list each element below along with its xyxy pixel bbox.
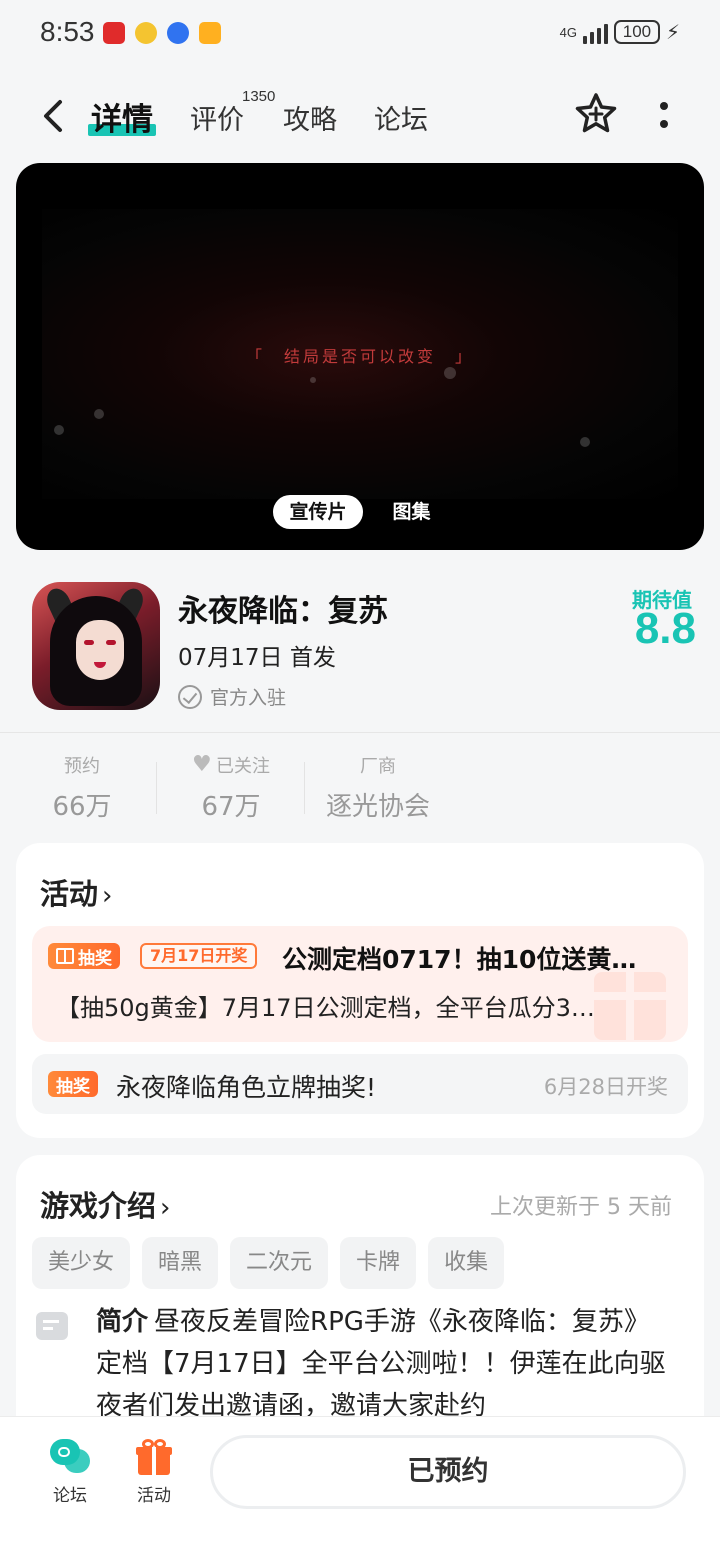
activity-label: 活动 — [137, 1486, 171, 1506]
lottery-description: 【抽50g黄金】7月17日公测定档，全平台瓜分3… — [56, 994, 595, 1022]
document-icon — [36, 1312, 68, 1340]
more-dot-icon — [660, 102, 668, 110]
forum-icon — [50, 1439, 90, 1475]
gift-icon — [136, 1439, 172, 1475]
intro-body: 昼夜反差冒险RPG手游《永夜降临：复苏》定档【7月17日】全平台公测啦！！伊莲在… — [96, 1307, 666, 1421]
stat-value: 66万 — [52, 792, 112, 822]
chevron-right-icon: › — [102, 881, 113, 911]
stat-separator — [156, 762, 157, 814]
tag-list: 美少女 暗黑 二次元 卡牌 收集 — [32, 1237, 505, 1289]
status-time: 8:53 — [40, 16, 95, 47]
official-badge: 官方入驻 — [178, 683, 286, 710]
forum-button[interactable]: 论坛 — [40, 1439, 100, 1506]
stat-label: 厂商 — [360, 756, 396, 777]
divider — [0, 732, 720, 733]
game-title: 永夜降临：复苏 — [178, 594, 388, 629]
tab-forum[interactable]: 论坛 — [374, 98, 428, 137]
tag[interactable]: 美少女 — [32, 1237, 131, 1289]
stat-followers[interactable]: 已关注 67万 — [186, 752, 276, 823]
huawei-app-icon — [103, 22, 125, 44]
video-caption: 「 结局是否可以改变 」 — [245, 347, 474, 366]
stat-separator — [304, 762, 305, 814]
expectation-score: 8.8 — [634, 604, 696, 653]
activities-title[interactable]: 活动 › — [40, 871, 112, 913]
tab-reviews[interactable]: 评价 — [190, 98, 244, 137]
lottery-title: 永夜降临角色立牌抽奖! — [116, 1073, 377, 1102]
tab-details[interactable]: 详情 — [91, 94, 153, 139]
heart-icon — [192, 752, 212, 777]
stat-value: 逐光协会 — [325, 792, 430, 822]
weibo-app-icon — [135, 22, 157, 44]
particle — [444, 367, 456, 379]
top-nav: 详情 评价 1350 攻略 论坛 — [0, 80, 720, 150]
stat-value: 67万 — [201, 792, 261, 822]
more-dot-icon — [660, 120, 668, 128]
icon-eye — [106, 640, 116, 645]
intro-card: 游戏介绍 › 上次更新于 5 天前 美少女 暗黑 二次元 卡牌 收集 简介 昼夜反差… — [16, 1155, 704, 1455]
particle — [580, 437, 590, 447]
draw-date-badge: 7月17日开奖 — [140, 943, 258, 969]
icon-eye — [84, 640, 94, 645]
tag[interactable]: 卡牌 — [340, 1237, 417, 1289]
more-options-button[interactable] — [652, 96, 676, 136]
intro-label: 简介 — [96, 1307, 149, 1337]
intro-text[interactable]: 简介 昼夜反差冒险RPG手游《永夜降临：复苏》定档【7月17日】全平台公测啦！！伊… — [96, 1301, 666, 1427]
lottery-date: 6月28日开奖 — [543, 1075, 668, 1099]
charging-icon: ⚡ — [665, 20, 680, 44]
lottery-item[interactable]: 抽奖 7月17日开奖 公测定档0717！抽10位送黄… 【抽50g黄金】7月17… — [32, 926, 688, 1042]
stat-reservations: 预约 66万 — [52, 752, 112, 823]
stat-label: 已关注 — [216, 756, 270, 777]
back-arrow-icon — [44, 100, 62, 132]
notification-app-icon — [199, 22, 221, 44]
lottery-badge: 抽奖 — [48, 1071, 98, 1097]
star-plus-icon — [575, 93, 617, 133]
activity-button[interactable]: 活动 — [124, 1439, 184, 1506]
tag[interactable]: 收集 — [428, 1237, 505, 1289]
tag[interactable]: 二次元 — [230, 1237, 329, 1289]
gift-icon — [56, 948, 74, 964]
media-tabs: 宣传片 图集 — [16, 495, 704, 529]
game-icon — [32, 582, 160, 710]
official-label: 官方入驻 — [210, 687, 287, 709]
favorite-button[interactable] — [574, 92, 618, 136]
status-right: 4G 100 ⚡ — [560, 20, 680, 44]
lottery-item[interactable]: 抽奖 永夜降临角色立牌抽奖! 6月28日开奖 — [32, 1054, 688, 1114]
bottom-bar: 论坛 活动 已预约 — [0, 1416, 720, 1560]
battery-icon: 100 — [613, 20, 660, 44]
back-button[interactable] — [36, 96, 72, 136]
activities-card: 活动 › 抽奖 7月17日开奖 公测定档0717！抽10位送黄… 【抽50g黄金】… — [16, 843, 704, 1138]
signal-icon — [582, 20, 608, 44]
forum-label: 论坛 — [53, 1486, 87, 1506]
network-label: 4G — [559, 24, 577, 40]
particle — [310, 377, 316, 383]
stat-label: 预约 — [64, 756, 100, 777]
reviews-count-badge: 1350 — [242, 88, 276, 105]
intro-title[interactable]: 游戏介绍 › — [40, 1183, 170, 1225]
tab-promo-video[interactable]: 宣传片 — [273, 495, 363, 529]
stat-developer[interactable]: 厂商 逐光协会 — [322, 752, 434, 823]
lottery-title: 公测定档0717！抽10位送黄… — [282, 945, 637, 974]
status-bar: 8:53 4G 100 ⚡ — [0, 0, 720, 70]
gift-decoration-icon — [594, 972, 666, 1040]
icon-face — [76, 620, 124, 680]
lottery-badge: 抽奖 — [48, 943, 120, 969]
promo-video[interactable]: 「 结局是否可以改变 」 宣传片 图集 — [16, 163, 704, 550]
reserved-button[interactable]: 已预约 — [210, 1435, 686, 1509]
tab-gallery[interactable]: 图集 — [377, 495, 447, 529]
baidu-app-icon — [167, 22, 189, 44]
tag[interactable]: 暗黑 — [142, 1237, 219, 1289]
chevron-right-icon: › — [160, 1193, 171, 1223]
tab-guides[interactable]: 攻略 — [283, 98, 337, 137]
check-circle-icon — [178, 684, 202, 709]
particle — [54, 425, 64, 435]
particle — [94, 409, 104, 419]
last-updated: 上次更新于 5 天前 — [490, 1195, 672, 1220]
release-date: 07月17日 首发 — [178, 645, 336, 671]
